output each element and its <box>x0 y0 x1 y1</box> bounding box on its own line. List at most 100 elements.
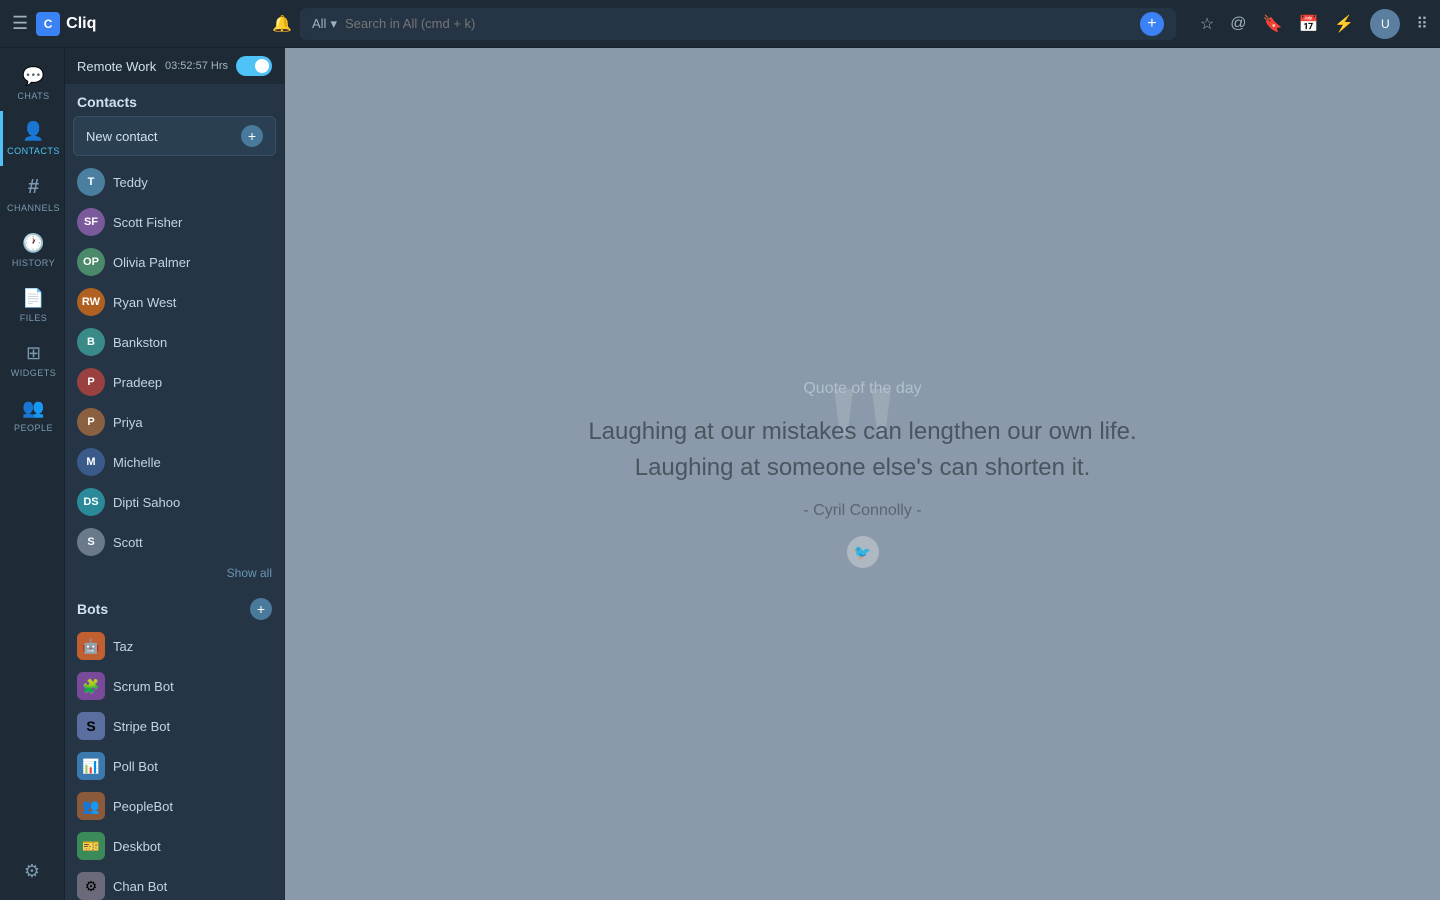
speaker-icon[interactable]: 🔔 <box>272 14 292 34</box>
bookmark-icon[interactable]: 🔖 <box>1263 14 1283 34</box>
bot-avatar: 🤖 <box>77 632 105 660</box>
history-label: HISTORY <box>12 258 55 268</box>
bot-avatar: 🎫 <box>77 832 105 860</box>
quote-container: Quote of the day Laughing at our mistake… <box>568 360 1156 588</box>
bot-item-stripe[interactable]: S Stripe Bot <box>65 706 284 746</box>
main: 💬 CHATS 👤 CONTACTS # CHANNELS 🕐 HISTORY … <box>0 48 1440 900</box>
sidebar-item-widgets[interactable]: ⊞ WIDGETS <box>0 333 64 388</box>
contact-name: Olivia Palmer <box>113 255 190 270</box>
chats-icon: 💬 <box>22 66 44 87</box>
contact-item-priya[interactable]: P Priya <box>65 402 284 442</box>
avatar: OP <box>77 248 105 276</box>
avatar: M <box>77 448 105 476</box>
contact-name: Michelle <box>113 455 161 470</box>
user-avatar[interactable]: U <box>1370 9 1400 39</box>
contact-item-teddy[interactable]: T Teddy <box>65 162 284 202</box>
remote-work-timer: 03:52:57 Hrs <box>165 60 228 72</box>
channels-icon: # <box>28 176 39 199</box>
topbar-left: ☰ C Cliq 🔔 <box>12 12 292 36</box>
sidebar-item-chats[interactable]: 💬 CHATS <box>0 56 64 111</box>
contacts-section-header: Contacts <box>65 84 284 116</box>
contact-name: Ryan West <box>113 295 176 310</box>
chevron-down-icon: ▾ <box>330 16 337 32</box>
calendar-icon[interactable]: 📅 <box>1298 14 1318 34</box>
lightning-icon[interactable]: ⚡ <box>1334 14 1354 34</box>
bot-item-people[interactable]: 👥 PeopleBot <box>65 786 284 826</box>
grid-dots-icon[interactable]: ⠿ <box>1416 14 1428 34</box>
topbar-actions: ☆ @ 🔖 📅 ⚡ U ⠿ <box>1184 9 1428 39</box>
quote-label: Quote of the day <box>588 380 1136 398</box>
twitter-icon: 🐦 <box>854 544 871 561</box>
sidebar-item-history[interactable]: 🕐 HISTORY <box>0 223 64 278</box>
avatar: DS <box>77 488 105 516</box>
bots-section: Bots + 🤖 Taz 🧩 Scrum Bot S Stripe Bot 📊 … <box>65 588 284 900</box>
left-nav: 💬 CHATS 👤 CONTACTS # CHANNELS 🕐 HISTORY … <box>0 48 65 900</box>
chats-label: CHATS <box>17 91 49 101</box>
contact-item-scott[interactable]: S Scott <box>65 522 284 562</box>
contact-item-dipti[interactable]: DS Dipti Sahoo <box>65 482 284 522</box>
contact-name: Pradeep <box>113 375 162 390</box>
logo-icon: C <box>36 12 60 36</box>
contact-name: Bankston <box>113 335 167 350</box>
remote-work-toggle[interactable] <box>236 56 272 76</box>
contact-item-michelle[interactable]: M Michelle <box>65 442 284 482</box>
logo-text: Cliq <box>66 15 96 33</box>
topbar: ☰ C Cliq 🔔 All ▾ + ☆ @ 🔖 📅 ⚡ U ⠿ <box>0 0 1440 48</box>
settings-icon[interactable]: ⚙ <box>0 851 64 892</box>
remote-work-bar: Remote Work 03:52:57 Hrs <box>65 48 284 84</box>
sidebar-item-contacts[interactable]: 👤 CONTACTS <box>0 111 64 166</box>
contacts-section-title: Contacts <box>77 94 272 110</box>
contact-name: Priya <box>113 415 143 430</box>
bots-section-header: Bots + <box>65 588 284 626</box>
mention-icon[interactable]: @ <box>1230 15 1246 33</box>
contact-name: Scott <box>113 535 143 550</box>
contact-item-scottfisher[interactable]: SF Scott Fisher <box>65 202 284 242</box>
bot-name: Taz <box>113 639 133 654</box>
bot-avatar: ⚙ <box>77 872 105 900</box>
contact-name: Dipti Sahoo <box>113 495 180 510</box>
twitter-share-button[interactable]: 🐦 <box>847 536 879 568</box>
bot-item-desk[interactable]: 🎫 Deskbot <box>65 826 284 866</box>
sidebar: Remote Work 03:52:57 Hrs Contacts New co… <box>65 48 285 900</box>
remote-work-label: Remote Work <box>77 59 165 74</box>
new-contact-label: New contact <box>86 129 158 144</box>
widgets-icon: ⊞ <box>26 343 41 364</box>
search-input[interactable] <box>345 16 1128 31</box>
contact-item-pradeep[interactable]: P Pradeep <box>65 362 284 402</box>
widgets-label: WIDGETS <box>11 368 57 378</box>
files-icon: 📄 <box>22 288 44 309</box>
bots-section-title: Bots <box>77 601 250 617</box>
avatar: SF <box>77 208 105 236</box>
contact-item-olivia[interactable]: OP Olivia Palmer <box>65 242 284 282</box>
sidebar-item-people[interactable]: 👥 PEOPLE <box>0 388 64 443</box>
star-icon[interactable]: ☆ <box>1200 14 1214 34</box>
menu-icon[interactable]: ☰ <box>12 13 28 34</box>
search-filter-dropdown[interactable]: All ▾ <box>312 16 337 32</box>
show-all-button[interactable]: Show all <box>65 562 284 588</box>
search-bar: All ▾ + <box>300 8 1176 40</box>
bot-name: Chan Bot <box>113 879 167 894</box>
contacts-label: CONTACTS <box>7 146 60 156</box>
bot-name: Scrum Bot <box>113 679 174 694</box>
bot-avatar: 👥 <box>77 792 105 820</box>
contact-name: Scott Fisher <box>113 215 182 230</box>
new-contact-tooltip: New contact + <box>73 116 276 156</box>
bot-avatar: 📊 <box>77 752 105 780</box>
bot-item-scrum[interactable]: 🧩 Scrum Bot <box>65 666 284 706</box>
bot-name: Deskbot <box>113 839 161 854</box>
avatar: P <box>77 368 105 396</box>
history-icon: 🕐 <box>22 233 44 254</box>
bot-avatar: S <box>77 712 105 740</box>
sidebar-item-files[interactable]: 📄 FILES <box>0 278 64 333</box>
bot-item-poll[interactable]: 📊 Poll Bot <box>65 746 284 786</box>
add-bot-button[interactable]: + <box>250 598 272 620</box>
bot-item-chan[interactable]: ⚙ Chan Bot <box>65 866 284 900</box>
avatar: RW <box>77 288 105 316</box>
people-label: PEOPLE <box>14 423 53 433</box>
bot-item-taz[interactable]: 🤖 Taz <box>65 626 284 666</box>
contact-item-ryan[interactable]: RW Ryan West <box>65 282 284 322</box>
contact-item-bankston[interactable]: B Bankston <box>65 322 284 362</box>
sidebar-item-channels[interactable]: # CHANNELS <box>0 166 64 223</box>
search-add-button[interactable]: + <box>1140 12 1164 36</box>
new-contact-plus-button[interactable]: + <box>241 125 263 147</box>
